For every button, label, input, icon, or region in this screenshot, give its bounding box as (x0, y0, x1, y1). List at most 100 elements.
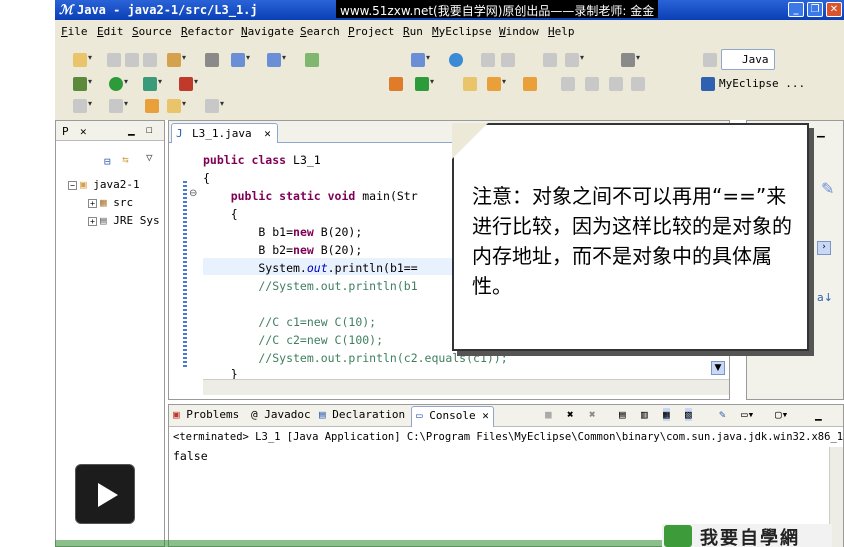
menu-window[interactable]: Window (499, 25, 539, 38)
open-perspective-icon[interactable] (703, 53, 717, 67)
menu-myeclipse[interactable]: MyEclipse (432, 25, 492, 38)
gear-icon[interactable] (565, 53, 584, 67)
open-browser-icon[interactable] (411, 53, 430, 67)
restore-button[interactable]: ❐ (807, 2, 823, 17)
scroll-lock-icon[interactable]: ▥ (641, 408, 648, 421)
menu-navigate[interactable]: Navigate (241, 25, 294, 38)
close-icon[interactable]: ✕ (80, 125, 87, 138)
code-line: //C c1=new C(10); (203, 315, 377, 329)
next-annotation-icon[interactable] (73, 99, 92, 113)
collapse-all-icon[interactable]: ⊟ (104, 155, 111, 168)
expand-toggle-icon[interactable]: + (88, 216, 97, 226)
pin-icon[interactable] (481, 53, 495, 67)
camera-icon[interactable] (621, 53, 640, 67)
play-button[interactable] (75, 464, 135, 524)
globe-icon[interactable] (449, 53, 463, 67)
scroll-right-icon[interactable]: › (817, 241, 831, 255)
menu-bar: File Edit Source Refactor Navigate Searc… (55, 20, 844, 43)
new-icon[interactable] (73, 53, 92, 67)
block-selection-icon[interactable] (609, 77, 623, 91)
menu-edit[interactable]: Edit (97, 25, 124, 38)
myeclipse-icon: ℳ (59, 3, 73, 18)
save-icon[interactable] (107, 53, 121, 67)
server-icon[interactable] (205, 53, 219, 67)
open-type-icon[interactable] (463, 77, 477, 91)
video-caption-strip (55, 540, 665, 547)
note-text: 注意：对象之间不可以再用“==”来进行比较，因为这样比较的是对象的内存地址，而不… (472, 184, 792, 298)
remove-launch-icon[interactable]: ✖ (567, 408, 574, 421)
show-on-error-icon[interactable]: ▧ (685, 408, 692, 421)
tab-problems[interactable]: ▣ Problems (173, 408, 239, 421)
tab-javadoc[interactable]: @ Javadoc (251, 408, 311, 421)
close-button[interactable]: ✕ (826, 2, 842, 17)
filter-icon[interactable]: ✎ (821, 179, 834, 198)
back-icon[interactable] (167, 99, 186, 113)
menu-source[interactable]: Source (132, 25, 172, 38)
toolbar: Java MyEclipse ... (55, 43, 844, 120)
close-icon[interactable]: ✕ (482, 409, 489, 422)
minimize-view-icon[interactable]: ▁ (128, 123, 135, 136)
open-console-icon[interactable]: ▢▾ (775, 408, 788, 421)
deploy-icon[interactable] (231, 53, 250, 67)
project-label: java2-1 (93, 178, 140, 191)
new-java-package-icon[interactable] (389, 77, 403, 91)
show-on-output-icon[interactable]: ▦ (663, 408, 670, 421)
sync-icon[interactable] (305, 53, 319, 67)
tree-item-jre[interactable]: + ▤ JRE Sys (88, 214, 160, 227)
new-project-icon[interactable] (167, 53, 186, 67)
menu-search[interactable]: Search (300, 25, 340, 38)
view-menu-icon[interactable]: ▽ (146, 151, 153, 164)
clear-console-icon[interactable]: ▤ (619, 408, 626, 421)
stop-icon[interactable]: ■ (545, 408, 552, 421)
expand-toggle-icon[interactable]: + (88, 198, 97, 208)
close-icon[interactable]: ✕ (264, 127, 271, 140)
copy-icon[interactable] (501, 53, 515, 67)
grid-icon[interactable] (543, 53, 557, 67)
tree-item-src[interactable]: + ▦ src (88, 196, 133, 209)
java-perspective-button[interactable]: Java (721, 49, 775, 70)
menu-project[interactable]: Project (348, 25, 394, 38)
myeclipse-perspective-icon[interactable] (701, 77, 715, 91)
coverage-icon[interactable] (143, 77, 162, 91)
myeclipse-perspective-label[interactable]: MyEclipse ... (719, 77, 805, 90)
tab-console[interactable]: ▭ Console ✕ (411, 406, 494, 427)
menu-refactor[interactable]: Refactor (181, 25, 234, 38)
run-icon[interactable] (109, 77, 128, 91)
open-task-icon[interactable] (523, 77, 537, 91)
launch-icon[interactable] (267, 53, 286, 67)
menu-run[interactable]: Run (403, 25, 423, 38)
toggle-mark-icon[interactable] (561, 77, 575, 91)
menu-file[interactable]: File (61, 25, 88, 38)
remove-all-icon[interactable]: ✖ (589, 408, 596, 421)
collapse-toggle-icon[interactable]: − (68, 180, 77, 190)
external-tools-icon[interactable] (179, 77, 198, 91)
scroll-down-icon[interactable]: ▼ (711, 361, 725, 375)
code-line: public static void main(Str (230, 189, 418, 203)
link-with-editor-icon[interactable]: ⇆ (122, 153, 129, 166)
save-all-icon[interactable] (125, 53, 139, 67)
package-explorer-tab[interactable]: P (62, 125, 69, 138)
debug-icon[interactable] (73, 77, 92, 91)
print-icon[interactable] (143, 53, 157, 67)
forward-icon[interactable] (205, 99, 224, 113)
new-java-class-icon[interactable] (415, 77, 434, 91)
search-icon[interactable] (487, 77, 506, 91)
menu-help[interactable]: Help (548, 25, 575, 38)
minimize-view-icon[interactable]: ▁ (815, 408, 822, 421)
pin-console-icon[interactable]: ✎ (719, 408, 726, 421)
maximize-view-icon[interactable]: ☐ (146, 123, 153, 136)
minimize-button[interactable]: _ (788, 2, 804, 17)
fold-icon[interactable]: ⊖ (189, 188, 197, 199)
display-console-icon[interactable]: ▭▾ (741, 408, 754, 421)
show-whitespace-icon[interactable] (631, 77, 645, 91)
code-line: //C c2=new C(100); (203, 333, 384, 347)
tree-item-project[interactable]: − ▣ java2-1 (68, 178, 140, 191)
editor-tab-l3-1[interactable]: J L3_1.java ✕ (171, 123, 278, 143)
minimize-view-icon[interactable]: ▁ (817, 127, 825, 138)
tab-declaration[interactable]: ▤ Declaration (319, 408, 405, 421)
sort-icon[interactable]: a↓ (817, 291, 833, 304)
last-edit-icon[interactable] (145, 99, 159, 113)
annotation-icon[interactable] (585, 77, 599, 91)
previous-annotation-icon[interactable] (109, 99, 128, 113)
editor-horizontal-scrollbar[interactable] (203, 379, 729, 395)
